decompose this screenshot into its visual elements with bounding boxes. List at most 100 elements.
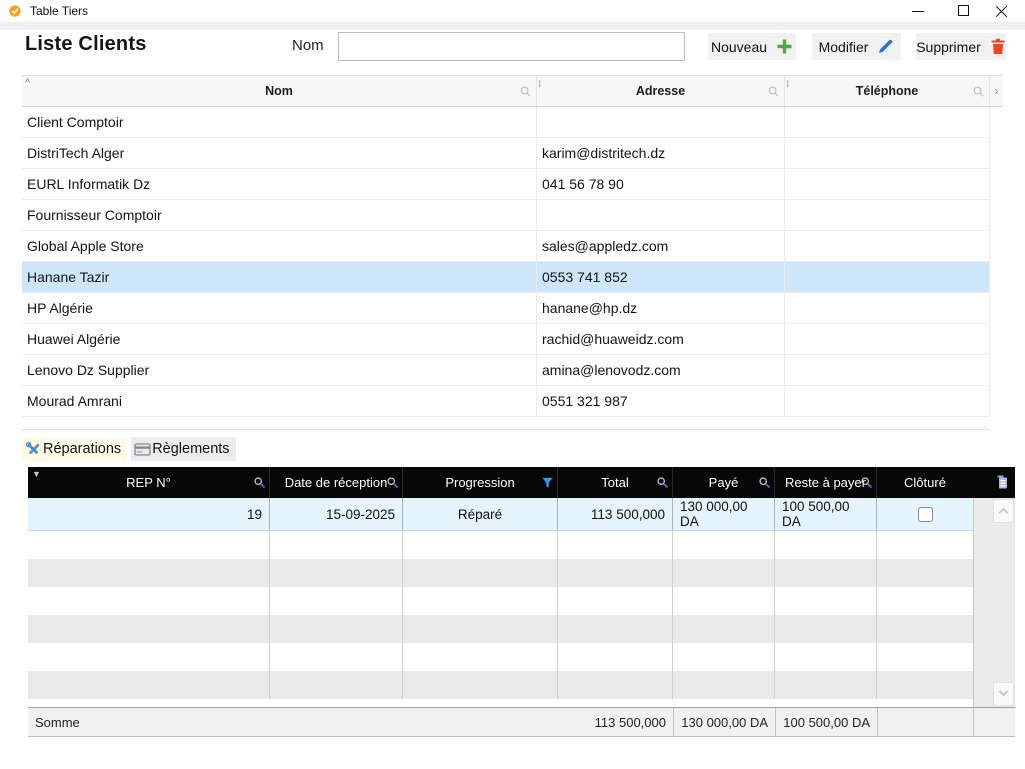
- column-resize-handle[interactable]: ⁞: [538, 79, 540, 89]
- search-icon[interactable]: [758, 476, 771, 489]
- column-divider: [876, 531, 877, 699]
- search-input[interactable]: [338, 32, 685, 61]
- cell-date: 15-09-2025: [270, 498, 403, 530]
- search-icon[interactable]: [767, 85, 780, 98]
- vertical-scrollbar[interactable]: [973, 498, 1015, 707]
- clients-table-header: ^ Nom ⁞ Adresse ⁞ Téléphone ›: [22, 75, 1003, 107]
- column-header-date[interactable]: Date de réception: [270, 467, 403, 498]
- search-icon[interactable]: [519, 85, 532, 98]
- column-header-adresse[interactable]: ⁞ Adresse: [537, 76, 785, 106]
- trash-icon: [990, 38, 1006, 55]
- titlebar-divider: [0, 22, 1025, 30]
- column-header-telephone[interactable]: ⁞ Téléphone: [785, 76, 990, 106]
- column-header-nom[interactable]: Nom: [22, 76, 537, 106]
- cell-nom: DistriTech Alger: [22, 138, 537, 168]
- credit-card-icon: [134, 442, 151, 457]
- column-header-label: Payé: [709, 475, 739, 490]
- column-header-label: Adresse: [636, 84, 685, 98]
- maximize-button[interactable]: [949, 0, 979, 22]
- delete-button-label: Supprimer: [916, 39, 981, 55]
- summary-paye: 130 000,00 DA: [673, 708, 775, 736]
- cell-telephone: [785, 324, 990, 354]
- column-header-rep[interactable]: REP N°: [28, 467, 270, 498]
- edit-button[interactable]: Modifier: [812, 33, 901, 60]
- table-row[interactable]: Global Apple Store sales@appledz.com: [22, 231, 990, 262]
- cloture-checkbox[interactable]: [918, 507, 933, 522]
- summary-label: Somme: [35, 715, 80, 730]
- search-icon[interactable]: [972, 85, 985, 98]
- tab-reparations[interactable]: Réparations: [22, 437, 127, 461]
- cell-adresse: [537, 107, 785, 137]
- table-row[interactable]: Lenovo Dz Supplier amina@lenovodz.com: [22, 355, 990, 386]
- cell-progression: Réparé: [403, 498, 558, 530]
- new-button[interactable]: Nouveau: [708, 33, 796, 60]
- minimize-button[interactable]: [903, 0, 933, 22]
- column-resize-handle[interactable]: ⁞: [786, 79, 788, 89]
- cell-telephone: [785, 200, 990, 230]
- cell-nom: Client Comptoir: [22, 107, 537, 137]
- column-header-label: REP N°: [126, 475, 171, 490]
- cell-adresse: 041 56 78 90: [537, 169, 785, 199]
- search-label: Nom: [292, 37, 324, 54]
- column-chooser-icon[interactable]: [997, 475, 1009, 489]
- summary-cloture-empty: [877, 708, 973, 736]
- cell-nom: Huawei Algérie: [22, 324, 537, 354]
- column-header-cloture[interactable]: Clôturé: [877, 467, 973, 498]
- close-button[interactable]: [987, 0, 1017, 22]
- window-title: Table Tiers: [30, 4, 88, 18]
- scroll-up-button[interactable]: [993, 499, 1014, 523]
- cell-reste: 100 500,00 DA: [775, 498, 877, 530]
- column-header-progression[interactable]: Progression: [403, 467, 558, 498]
- column-header-label: Clôturé: [904, 475, 946, 490]
- scroll-right-button[interactable]: ›: [990, 76, 1003, 106]
- scroll-down-button[interactable]: [993, 682, 1014, 706]
- search-icon[interactable]: [860, 476, 873, 489]
- cell-telephone: [785, 231, 990, 261]
- cell-adresse: 0553 741 852: [537, 262, 785, 292]
- table-row[interactable]: Fournisseur Comptoir: [22, 200, 990, 231]
- summary-reste: 100 500,00 DA: [775, 708, 877, 736]
- table-row[interactable]: Mourad Amrani 0551 321 987: [22, 386, 990, 417]
- column-header-total[interactable]: Total: [558, 467, 673, 498]
- new-button-label: Nouveau: [711, 39, 767, 55]
- search-icon[interactable]: [386, 476, 399, 489]
- cell-telephone: [785, 262, 990, 292]
- table-row[interactable]: EURL Informatik Dz 041 56 78 90: [22, 169, 990, 200]
- column-divider: [269, 531, 270, 699]
- column-header-paye[interactable]: Payé: [673, 467, 775, 498]
- filter-icon[interactable]: [541, 476, 554, 489]
- table-row[interactable]: Huawei Algérie rachid@huaweidz.com: [22, 324, 990, 355]
- empty-rows-area: [28, 531, 973, 699]
- cell-telephone: [785, 355, 990, 385]
- repairs-table-header: ▼ REP N° Date de réception Progression T…: [28, 467, 1015, 498]
- tab-label: Réparations: [43, 441, 121, 457]
- summary-total: 113 500,000: [595, 715, 666, 730]
- cell-nom: Mourad Amrani: [22, 386, 537, 416]
- cell-adresse: amina@lenovodz.com: [537, 355, 785, 385]
- column-divider: [672, 531, 673, 699]
- cell-telephone: [785, 169, 990, 199]
- app-icon: [8, 4, 22, 18]
- column-header-label: Téléphone: [856, 84, 919, 98]
- tab-label: Règlements: [152, 441, 229, 457]
- repair-row[interactable]: 19 15-09-2025 Réparé 113 500,000 130 000…: [28, 498, 973, 531]
- tab-reglements[interactable]: Règlements: [131, 437, 235, 461]
- column-header-label: Date de réception: [285, 475, 388, 490]
- table-row[interactable]: Client Comptoir: [22, 107, 990, 138]
- search-icon[interactable]: [253, 476, 266, 489]
- cell-nom: Global Apple Store: [22, 231, 537, 261]
- table-row[interactable]: HP Algérie hanane@hp.dz: [22, 293, 990, 324]
- close-icon: [996, 5, 1008, 17]
- cell-adresse: [537, 200, 785, 230]
- summary-scroll-empty: [973, 708, 1015, 736]
- page-title: Liste Clients: [25, 33, 147, 56]
- cell-telephone: [785, 138, 990, 168]
- table-tiers-window: Table Tiers Liste Clients Nom Nouveau Mo…: [0, 0, 1025, 769]
- column-header-reste[interactable]: Reste à payer: [775, 467, 877, 498]
- summary-row: Somme 113 500,000 130 000,00 DA 100 500,…: [28, 707, 1015, 737]
- search-icon[interactable]: [656, 476, 669, 489]
- cell-nom: HP Algérie: [22, 293, 537, 323]
- table-row[interactable]: DistriTech Alger karim@distritech.dz: [22, 138, 990, 169]
- delete-button[interactable]: Supprimer: [916, 33, 1006, 60]
- table-row-selected[interactable]: Hanane Tazir 0553 741 852: [22, 262, 990, 293]
